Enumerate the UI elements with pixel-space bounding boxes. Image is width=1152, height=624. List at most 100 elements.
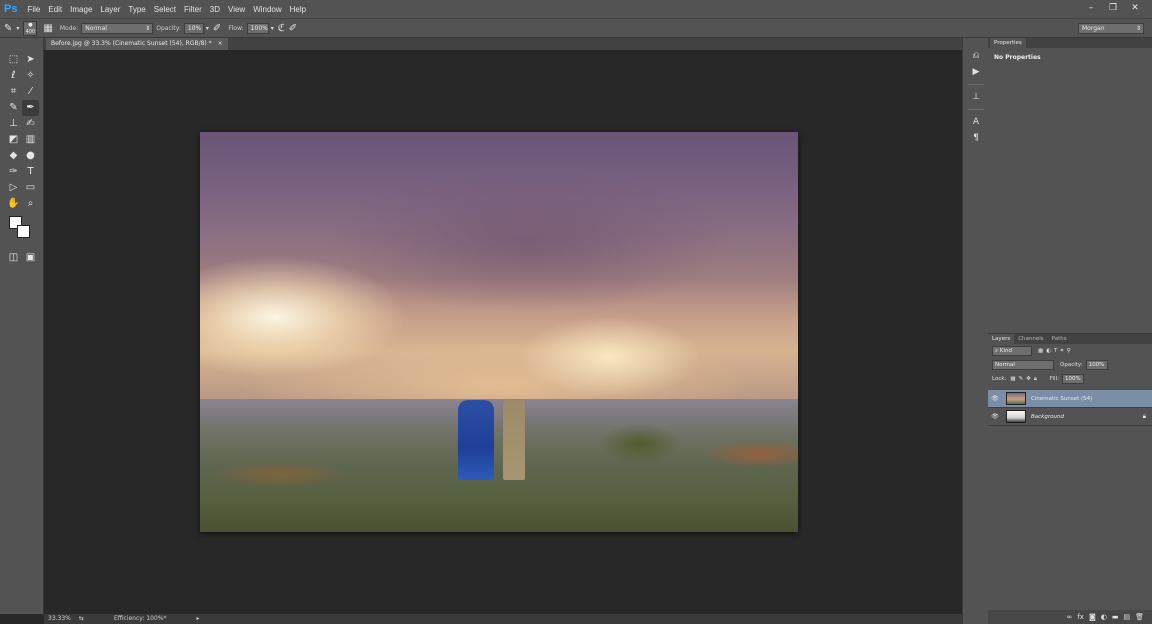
brush-size-picker[interactable]: ● 400	[23, 20, 38, 36]
clone-stamp-tool-icon[interactable]: ⊥	[5, 116, 22, 132]
lock-icons[interactable]: ▦✎✥🔒︎	[1010, 376, 1039, 383]
menu-layer[interactable]: Layer	[100, 5, 120, 14]
canvas-area[interactable]	[44, 50, 962, 614]
opacity-label: Opacity:	[156, 24, 181, 32]
tab-layers[interactable]: Layers	[988, 334, 1015, 344]
fill-input[interactable]: 100%	[1061, 374, 1084, 384]
status-menu-arrow-icon[interactable]: ▸	[196, 614, 199, 624]
blend-mode-select[interactable]: Normal	[992, 360, 1054, 370]
minimize-button[interactable]: –	[1082, 1, 1100, 15]
brush-tool-preset-icon[interactable]: ✎	[4, 23, 12, 34]
paragraph-panel-icon[interactable]: ¶	[963, 130, 989, 146]
eye-icon[interactable]: 👁︎	[988, 413, 1002, 420]
layer-thumbnail	[1006, 410, 1026, 423]
document-image[interactable]	[200, 132, 798, 532]
layers-panel: Layers Channels Paths ⌕ Kind ▦◐T⌗⚲ Norma…	[988, 334, 1152, 624]
eraser-tool-icon[interactable]: ◩	[5, 132, 22, 148]
opacity-input[interactable]: 10%	[183, 22, 204, 34]
quick-selection-tool-icon[interactable]: ✧	[22, 68, 39, 84]
background-color-swatch[interactable]	[17, 225, 30, 238]
clone-source-panel-icon[interactable]: ⊥	[963, 89, 989, 105]
new-group-icon[interactable]: ▬	[1112, 613, 1119, 621]
menu-image[interactable]: Image	[70, 5, 92, 14]
zoom-tool-icon[interactable]: ⌕	[22, 196, 39, 212]
history-panel-icon[interactable]: ⎌	[963, 48, 989, 64]
actions-panel-icon[interactable]: ▶	[963, 64, 989, 80]
dock-separator	[968, 84, 984, 85]
eye-icon[interactable]: 👁︎	[988, 395, 1002, 402]
menu-3d[interactable]: 3D	[210, 5, 220, 14]
select-arrows-icon: ⇕	[145, 24, 151, 32]
tab-paths[interactable]: Paths	[1048, 334, 1071, 344]
blend-row: Normal Opacity: 100%	[988, 358, 1152, 372]
mode-value: Normal	[85, 24, 107, 32]
healing-brush-tool-icon[interactable]: ✎	[5, 100, 22, 116]
trash-icon[interactable]: 🗑︎	[1135, 613, 1144, 621]
menu-select[interactable]: Select	[154, 5, 176, 14]
menu-edit[interactable]: Edit	[48, 5, 62, 14]
layer-opacity-input[interactable]: 100%	[1085, 360, 1108, 370]
fx-icon[interactable]: fx	[1077, 613, 1084, 621]
zoom-level[interactable]: 33.33%	[48, 614, 71, 624]
document-tab-title: Before.jpg @ 33.3% (Cinematic Sunset (54…	[51, 40, 212, 47]
chevron-down-icon[interactable]: ▾	[16, 25, 19, 32]
layer-filter-row: ⌕ Kind ▦◐T⌗⚲	[988, 344, 1152, 358]
pen-tool-icon[interactable]: ✑	[5, 164, 22, 180]
tab-channels[interactable]: Channels	[1014, 334, 1047, 344]
character-panel-icon[interactable]: A	[963, 114, 989, 130]
menu-view[interactable]: View	[228, 5, 245, 14]
screen-mode-icon[interactable]: ▣	[22, 250, 39, 266]
marquee-tool-icon[interactable]: ⬚	[5, 52, 22, 68]
workspace-value: Morgan	[1082, 25, 1105, 32]
brush-size-value: 400	[25, 28, 36, 35]
add-mask-icon[interactable]: ◙	[1089, 613, 1096, 621]
dodge-tool-icon[interactable]: ●	[22, 148, 39, 164]
menu-window[interactable]: Window	[253, 5, 281, 14]
type-tool-icon[interactable]: T	[22, 164, 39, 180]
layer-opacity-value: 100%	[1088, 362, 1105, 368]
menu-file[interactable]: File	[27, 5, 40, 14]
opacity-slider-icon[interactable]: ▾	[206, 25, 209, 32]
menu-help[interactable]: Help	[290, 5, 306, 14]
share-icon[interactable]: ⇆	[79, 614, 84, 624]
blur-tool-icon[interactable]: ◆	[5, 148, 22, 164]
hand-tool-icon[interactable]: ✋	[5, 196, 22, 212]
link-layers-icon[interactable]: ∞	[1067, 613, 1073, 621]
pressure-opacity-icon[interactable]: ✐	[213, 23, 221, 34]
gradient-tool-icon[interactable]: ▥	[22, 132, 39, 148]
eyedropper-tool-icon[interactable]: ⁄	[22, 84, 39, 100]
tools-panel: ⬚ ➤ ℓ ✧ ⌗ ⁄ ✎ ✒ ⊥ ✍ ◩ ▥ ◆ ● ✑ T ▷ ▭ ✋ ⌕ …	[0, 38, 44, 614]
history-brush-tool-icon[interactable]: ✍	[22, 116, 39, 132]
shape-tool-icon[interactable]: ▭	[22, 180, 39, 196]
kind-filter-select[interactable]: ⌕ Kind	[992, 346, 1032, 356]
move-tool-icon[interactable]: ➤	[22, 52, 39, 68]
mode-select[interactable]: Normal ⇕	[81, 22, 154, 34]
flow-input[interactable]: 100%	[246, 22, 269, 34]
pressure-size-icon[interactable]: ✐	[289, 23, 297, 34]
new-layer-icon[interactable]: ▤	[1123, 613, 1130, 621]
flow-value: 100%	[250, 24, 268, 32]
lasso-tool-icon[interactable]: ℓ	[5, 68, 22, 84]
layer-filter-icons[interactable]: ▦◐T⌗⚲	[1038, 348, 1073, 355]
crop-tool-icon[interactable]: ⌗	[5, 84, 22, 100]
tab-properties[interactable]: Properties	[990, 38, 1026, 48]
path-selection-tool-icon[interactable]: ▷	[5, 180, 22, 196]
menu-filter[interactable]: Filter	[184, 5, 202, 14]
document-tab[interactable]: Before.jpg @ 33.3% (Cinematic Sunset (54…	[46, 38, 228, 50]
select-arrows-icon: ⇕	[1135, 25, 1141, 32]
close-button[interactable]: ✕	[1126, 1, 1144, 15]
brush-panel-toggle-icon[interactable]: ▦	[43, 23, 52, 34]
layer-row[interactable]: 👁︎ Background 🔒︎	[988, 408, 1152, 426]
brush-tool-icon[interactable]: ✒	[22, 100, 39, 116]
menu-type[interactable]: Type	[128, 5, 145, 14]
dock-separator	[968, 109, 984, 110]
workspace-select[interactable]: Morgan ⇕	[1078, 23, 1144, 34]
close-tab-icon[interactable]: ×	[218, 40, 223, 47]
quick-mask-icon[interactable]: ◫	[5, 250, 22, 266]
right-panels: Properties No Properties Layers Channels…	[988, 38, 1152, 624]
layer-row[interactable]: 👁︎ Cinematic Sunset (54)	[988, 390, 1152, 408]
adjustment-layer-icon[interactable]: ◐	[1101, 613, 1107, 621]
flow-slider-icon[interactable]: ▾	[271, 25, 274, 32]
restore-button[interactable]: ❐	[1104, 1, 1122, 15]
airbrush-icon[interactable]: ℭ	[278, 23, 285, 34]
